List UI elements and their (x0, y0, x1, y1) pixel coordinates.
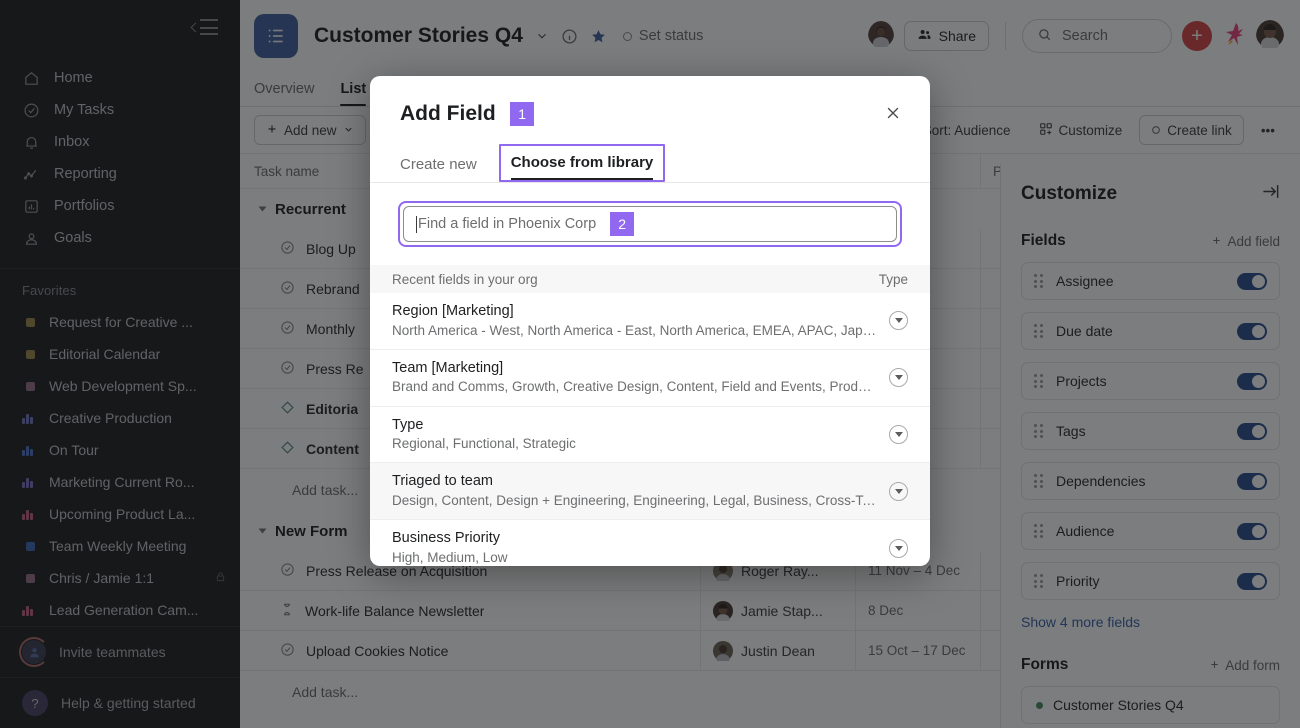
field-info: Triaged to team Design, Content, Design … (392, 472, 877, 510)
dropdown-type-icon[interactable] (889, 368, 908, 387)
dropdown-type-icon[interactable] (889, 425, 908, 444)
text-caret (416, 216, 417, 233)
field-list: Region [Marketing] North America - West,… (370, 293, 930, 566)
field-list-header: Recent fields in your org Type (370, 265, 930, 293)
dropdown-type-icon[interactable] (889, 482, 908, 501)
recent-fields-label: Recent fields in your org (392, 272, 538, 287)
field-values: Brand and Comms, Growth, Creative Design… (392, 378, 877, 396)
field-name: Region [Marketing] (392, 302, 877, 322)
field-name: Type (392, 416, 877, 436)
list-item[interactable]: Triaged to team Design, Content, Design … (370, 463, 930, 520)
step-badge-1: 1 (510, 102, 534, 126)
field-values: Design, Content, Design + Engineering, E… (392, 492, 877, 510)
type-column-label: Type (879, 272, 908, 287)
field-name: Business Priority (392, 529, 877, 549)
field-info: Team [Marketing] Brand and Comms, Growth… (392, 359, 877, 397)
list-item[interactable]: Team [Marketing] Brand and Comms, Growth… (370, 350, 930, 407)
search-highlight-box: Find a field in Phoenix Corp 2 (398, 201, 902, 247)
step-badge-2: 2 (610, 212, 634, 236)
field-search-placeholder: Find a field in Phoenix Corp (418, 216, 596, 232)
tab-choose-from-library[interactable]: Choose from library (511, 154, 654, 180)
dropdown-type-icon[interactable] (889, 539, 908, 558)
field-info: Region [Marketing] North America - West,… (392, 302, 877, 340)
field-name: Team [Marketing] (392, 359, 877, 379)
modal-title: Add Field (400, 102, 496, 126)
close-icon[interactable] (880, 100, 906, 126)
field-values: High, Medium, Low (392, 549, 877, 566)
list-item[interactable]: Business Priority High, Medium, Low (370, 520, 930, 566)
modal-search-area: Find a field in Phoenix Corp 2 (370, 183, 930, 265)
add-field-modal: Add Field 1 Create new Choose from libra… (370, 76, 930, 566)
field-info: Business Priority High, Medium, Low (392, 529, 877, 566)
field-values: Regional, Functional, Strategic (392, 435, 877, 453)
tab-library-highlight: Choose from library (499, 144, 666, 182)
list-item[interactable]: Region [Marketing] North America - West,… (370, 293, 930, 350)
field-search-input[interactable]: Find a field in Phoenix Corp 2 (403, 206, 897, 242)
modal-tabs: Create new Choose from library (370, 144, 930, 182)
tab-create-new[interactable]: Create new (400, 156, 477, 182)
dropdown-type-icon[interactable] (889, 311, 908, 330)
modal-header: Add Field 1 (370, 76, 930, 126)
field-values: North America - West, North America - Ea… (392, 322, 877, 340)
field-name: Triaged to team (392, 472, 877, 492)
field-info: Type Regional, Functional, Strategic (392, 416, 877, 454)
list-item[interactable]: Type Regional, Functional, Strategic (370, 407, 930, 464)
